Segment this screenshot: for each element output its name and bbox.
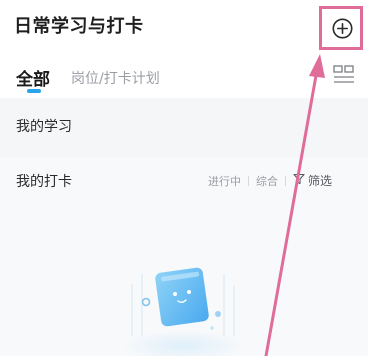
my-study-row[interactable]: 我的学习 — [0, 100, 368, 152]
filter-button[interactable]: 筛选 — [308, 172, 332, 189]
plus-circle-icon — [332, 18, 353, 39]
my-study-label: 我的学习 — [16, 119, 72, 135]
page-title: 日常学习与打卡 — [14, 16, 144, 37]
tab-plan[interactable]: 岗位/打卡计划 — [71, 68, 160, 88]
funnel-icon[interactable] — [293, 173, 305, 188]
tab-active-indicator — [27, 89, 41, 93]
empty-state-illustration — [121, 267, 245, 356]
my-checkin-label: 我的打卡 — [16, 174, 72, 190]
header-bar: 日常学习与打卡 全部 岗位/打卡计划 — [0, 0, 368, 98]
add-button[interactable] — [319, 6, 363, 50]
tab-all[interactable]: 全部 — [16, 65, 50, 90]
filter-overall[interactable]: 综合 — [256, 173, 278, 189]
filter-bar: 进行中 综合 筛选 — [208, 172, 332, 189]
filter-divider — [248, 175, 249, 186]
layout-grid-icon[interactable] — [333, 64, 355, 86]
filter-in-progress[interactable]: 进行中 — [208, 173, 241, 189]
filter-divider — [285, 175, 286, 186]
